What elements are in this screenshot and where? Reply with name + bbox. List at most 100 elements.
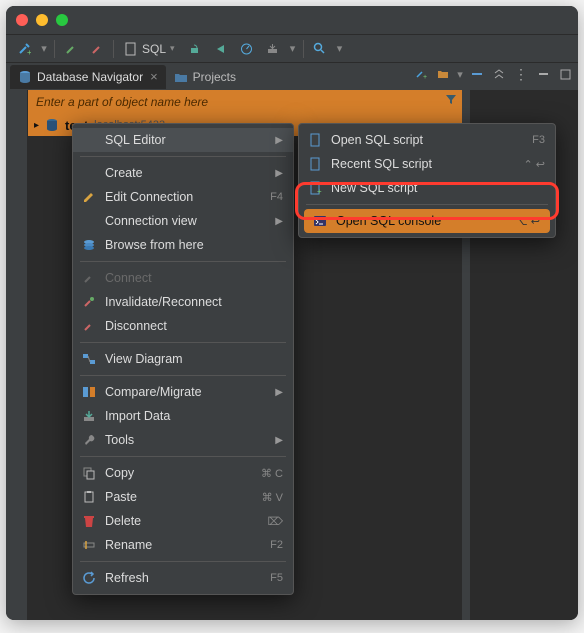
- menu-item-copy[interactable]: Copy ⌘ C: [73, 461, 293, 485]
- menu-label: New SQL script: [331, 181, 545, 195]
- menu-item-edit-connection[interactable]: Edit Connection F4: [73, 185, 293, 209]
- menu-item-browse-from-here[interactable]: Browse from here: [73, 233, 293, 257]
- menu-label: Tools: [105, 433, 267, 447]
- rename-icon: [81, 537, 97, 553]
- context-menu: SQL Editor ▶ Create ▶ Edit Connection F4…: [72, 123, 294, 595]
- maximize-panel-icon[interactable]: [556, 65, 574, 83]
- shortcut-label: F3: [532, 134, 545, 146]
- sql-file-plus-icon: +: [307, 180, 323, 196]
- menu-label: View Diagram: [105, 352, 283, 366]
- submenu-item-open-console[interactable]: Open SQL console ⌃ ⌥ ↩: [304, 209, 550, 233]
- search-dropdown[interactable]: ▾: [334, 38, 346, 60]
- menu-item-connection-view[interactable]: Connection view ▶: [73, 209, 293, 233]
- blank-icon: [81, 132, 97, 148]
- chevron-down-icon: ▾: [170, 43, 175, 54]
- tab-label: Database Navigator: [37, 70, 143, 84]
- menu-item-tools[interactable]: Tools ▶: [73, 428, 293, 452]
- menu-item-disconnect[interactable]: Disconnect: [73, 314, 293, 338]
- menu-separator: [80, 156, 286, 157]
- shortcut-label: F5: [270, 572, 283, 584]
- main-toolbar: + ▾ SQL ▾ ▾ ▾: [6, 34, 578, 62]
- menu-label: Paste: [105, 490, 246, 504]
- menu-item-compare[interactable]: Compare/Migrate ▶: [73, 380, 293, 404]
- export-dropdown[interactable]: ▾: [287, 38, 299, 60]
- menu-separator: [80, 456, 286, 457]
- sql-file-icon: [124, 42, 138, 56]
- window-maximize-button[interactable]: [56, 14, 68, 26]
- menu-label: Recent SQL script: [331, 157, 508, 171]
- titlebar: [6, 6, 578, 34]
- window-close-button[interactable]: [16, 14, 28, 26]
- menu-separator: [80, 375, 286, 376]
- menu-separator: [80, 342, 286, 343]
- clipboard-icon: [81, 489, 97, 505]
- submenu-item-recent-script[interactable]: Recent SQL script ⌃ ↩: [299, 152, 555, 176]
- menu-separator: [80, 561, 286, 562]
- view-menu-icon[interactable]: ⋮: [512, 65, 530, 83]
- menu-label: Rename: [105, 538, 254, 552]
- pencil-icon: [81, 189, 97, 205]
- collapse-all-icon[interactable]: [490, 65, 508, 83]
- dashboard-button[interactable]: [235, 38, 259, 60]
- rollback-button[interactable]: [209, 38, 233, 60]
- menu-item-paste[interactable]: Paste ⌘ V: [73, 485, 293, 509]
- menu-item-sql-editor[interactable]: SQL Editor ▶: [73, 128, 293, 152]
- link-editor-icon[interactable]: [468, 65, 486, 83]
- minimize-panel-icon[interactable]: [534, 65, 552, 83]
- menu-label: Delete: [105, 514, 251, 528]
- menu-label: Create: [105, 166, 267, 180]
- close-tab-icon[interactable]: ×: [150, 69, 158, 84]
- submenu-arrow-icon: ▶: [275, 168, 283, 179]
- blank-icon: [81, 165, 97, 181]
- submenu-item-open-script[interactable]: Open SQL script F3: [299, 128, 555, 152]
- menu-item-view-diagram[interactable]: View Diagram: [73, 347, 293, 371]
- new-folder-icon[interactable]: [434, 65, 452, 83]
- new-connection-dropdown[interactable]: ▾: [38, 38, 50, 60]
- disconnect-toolbar-button[interactable]: [85, 38, 109, 60]
- submenu-arrow-icon: ▶: [275, 216, 283, 227]
- shortcut-label: ⌘ V: [262, 491, 283, 504]
- copy-icon: [81, 465, 97, 481]
- panel-toolbar: + ▾ ⋮: [412, 65, 574, 83]
- menu-item-invalidate[interactable]: Invalidate/Reconnect: [73, 290, 293, 314]
- new-connection-icon[interactable]: +: [412, 65, 430, 83]
- menu-item-create[interactable]: Create ▶: [73, 161, 293, 185]
- blank-icon: [81, 213, 97, 229]
- menu-item-import-data[interactable]: Import Data: [73, 404, 293, 428]
- reconnect-icon: [81, 294, 97, 310]
- new-connection-button[interactable]: +: [12, 38, 36, 60]
- database-stack-icon: [81, 237, 97, 253]
- diagram-icon: [81, 351, 97, 367]
- window-minimize-button[interactable]: [36, 14, 48, 26]
- filter-input[interactable]: Enter a part of object name here: [28, 90, 462, 114]
- menu-label: Connect: [105, 271, 283, 285]
- sql-label: SQL: [142, 42, 166, 56]
- shortcut-label: F2: [270, 539, 283, 551]
- sql-script-button[interactable]: SQL ▾: [118, 38, 181, 60]
- commit-button[interactable]: [183, 38, 207, 60]
- filter-funnel-icon[interactable]: [444, 92, 458, 106]
- menu-item-rename[interactable]: Rename F2: [73, 533, 293, 557]
- menu-item-delete[interactable]: Delete ⌦: [73, 509, 293, 533]
- menu-label: Copy: [105, 466, 245, 480]
- menu-item-refresh[interactable]: Refresh F5: [73, 566, 293, 590]
- dropdown-icon[interactable]: ▾: [456, 65, 464, 83]
- shortcut-label: ⌃ ⌥ ↩: [503, 215, 540, 228]
- expand-arrow-icon[interactable]: ▸: [34, 120, 39, 131]
- svg-text:+: +: [423, 74, 427, 80]
- submenu-item-new-script[interactable]: + New SQL script: [299, 176, 555, 200]
- database-icon: [18, 70, 32, 84]
- plug-icon: [81, 270, 97, 286]
- side-tab-strip[interactable]: [6, 90, 28, 620]
- app-window: + ▾ SQL ▾ ▾ ▾ Database Navigator × Proje…: [6, 6, 578, 620]
- export-button[interactable]: [261, 38, 285, 60]
- search-button[interactable]: [308, 38, 332, 60]
- panel-tab-bar: Database Navigator × Projects + ▾ ⋮: [6, 62, 578, 90]
- tab-label: Projects: [193, 70, 236, 84]
- tab-projects[interactable]: Projects: [166, 65, 244, 89]
- tab-database-navigator[interactable]: Database Navigator ×: [10, 65, 166, 89]
- menu-label: Open SQL script: [331, 133, 516, 147]
- menu-item-connect: Connect: [73, 266, 293, 290]
- connect-toolbar-button[interactable]: [59, 38, 83, 60]
- postgres-icon: [45, 118, 59, 132]
